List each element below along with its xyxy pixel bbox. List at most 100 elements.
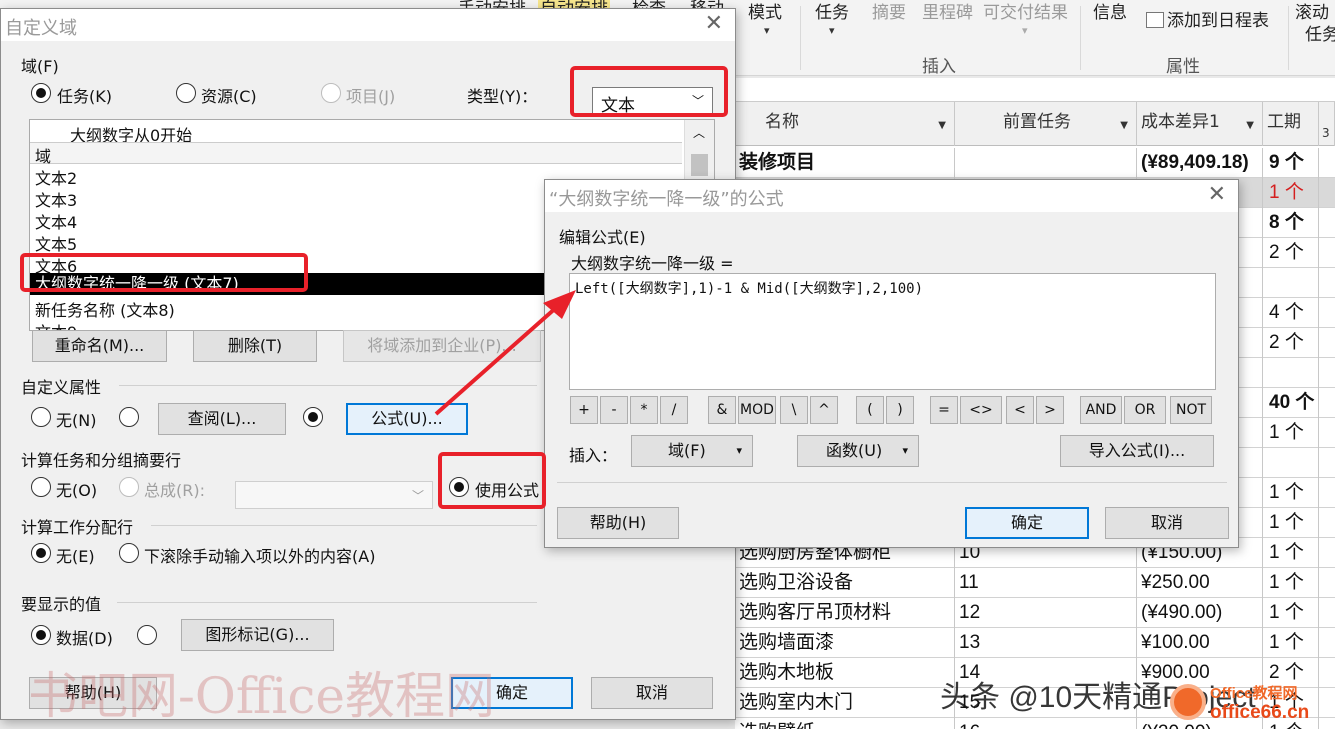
cell-dur[interactable]: 2 个 [1263, 238, 1319, 268]
cell-dur[interactable]: 1 个 [1263, 418, 1319, 448]
cancel-button[interactable]: 取消 [591, 677, 713, 709]
cell-dur[interactable] [1263, 268, 1319, 298]
formula-button[interactable]: 公式(U)... [346, 403, 468, 435]
milestone-button[interactable]: 里程碑 [922, 0, 973, 23]
ok-button[interactable]: 确定 [965, 507, 1089, 539]
cell-dur[interactable]: 4 个 [1263, 298, 1319, 328]
radio-attr-lookup[interactable] [119, 407, 139, 427]
cell-dur[interactable]: 1 个 [1263, 688, 1319, 718]
radio-resource[interactable] [176, 83, 196, 103]
operator-button[interactable]: < [1006, 396, 1034, 424]
cell-dur[interactable]: 1 个 [1263, 178, 1319, 208]
radio-calc-rollup[interactable] [119, 477, 139, 497]
operator-button[interactable]: - [600, 396, 628, 424]
cell-name[interactable]: 装修项目 [735, 148, 955, 178]
operator-button[interactable]: OR [1124, 396, 1166, 424]
radio-attr-none[interactable] [31, 407, 51, 427]
help-button[interactable]: 帮助(H) [557, 507, 679, 539]
table-row[interactable]: 装修项目 (¥89,409.18) 9 个 [735, 148, 1335, 178]
cell-dur[interactable]: 1 个 [1263, 538, 1319, 568]
task-button[interactable]: 任务 [815, 0, 849, 23]
help-button[interactable]: 帮助(H) [29, 677, 157, 709]
radio-assign-none[interactable] [31, 543, 51, 563]
filter-dropdown-icon[interactable]: ▼ [1246, 120, 1254, 131]
operator-button[interactable]: MOD [738, 396, 776, 424]
operator-button[interactable]: ^ [810, 396, 838, 424]
table-row[interactable]: 选购壁纸16(¥20.00)1 个 [735, 718, 1335, 729]
import-formula-button[interactable]: 导入公式(I)... [1060, 435, 1214, 467]
cell-pred[interactable]: 13 [955, 628, 1137, 658]
operator-button[interactable]: & [708, 396, 736, 424]
cell-cost[interactable]: ¥100.00 [1137, 628, 1263, 658]
filter-dropdown-icon[interactable]: ▼ [1120, 120, 1128, 131]
cell-pred[interactable]: 15 [955, 688, 1137, 718]
cell-pred[interactable]: 14 [955, 658, 1137, 688]
cell-name[interactable]: 选购木地板 [735, 658, 955, 688]
filter-dropdown-icon[interactable]: ▼ [938, 120, 946, 131]
scroll-thumb[interactable] [691, 154, 708, 176]
lookup-button[interactable]: 查阅(L)... [158, 403, 286, 435]
radio-calc-none[interactable] [31, 477, 51, 497]
column-header-name[interactable]: 名称 ▼ [735, 102, 955, 146]
rename-button[interactable]: 重命名(M)... [32, 330, 167, 362]
list-item[interactable]: 文本3 [35, 187, 77, 211]
scroll-up-icon[interactable]: ︿ [693, 124, 705, 141]
cell-dur[interactable] [1263, 358, 1319, 388]
column-header-predecessors[interactable]: 前置任务 ▼ [955, 102, 1137, 146]
cell-cost[interactable]: (¥89,409.18) [1137, 148, 1263, 178]
insert-field-dropdown[interactable]: 域(F) ▾ [631, 435, 753, 467]
table-row[interactable]: 选购客厅吊顶材料 12 (¥490.00) 1 个 [735, 598, 1335, 628]
cell-pred[interactable]: 16 [955, 718, 1137, 729]
rollup-select[interactable]: ﹀ [235, 481, 433, 509]
cell-dur[interactable]: 1 个 [1263, 628, 1319, 658]
formula-textarea[interactable]: Left([大纲数字],1)-1 & Mid([大纲数字],2,100) [569, 273, 1216, 390]
operator-button[interactable]: ) [886, 396, 914, 424]
cell-cost[interactable] [1137, 688, 1263, 718]
deliverable-button[interactable]: 可交付结果 [983, 0, 1068, 23]
cell-dur[interactable]: 9 个 [1263, 148, 1319, 178]
list-item[interactable]: 文本5 [35, 231, 77, 255]
close-icon[interactable]: ✕ [705, 13, 723, 35]
operator-button[interactable]: / [660, 396, 688, 424]
close-icon[interactable]: ✕ [1208, 184, 1226, 206]
cell-dur[interactable]: 2 个 [1263, 328, 1319, 358]
info-button[interactable]: 信息 [1093, 0, 1127, 23]
cell-dur[interactable]: 8 个 [1263, 208, 1319, 238]
cell-name[interactable]: 选购客厅吊顶材料 [735, 598, 955, 628]
cell-name[interactable]: 选购墙面漆 [735, 628, 955, 658]
insert-function-dropdown[interactable]: 函数(U) ▾ [797, 435, 919, 467]
cell-name[interactable]: 选购室内木门 [735, 688, 955, 718]
list-item[interactable]: 文本2 [35, 165, 77, 189]
cell-name[interactable]: 选购壁纸 [735, 718, 955, 729]
radio-task[interactable] [31, 83, 51, 103]
cell-dur[interactable]: 1 个 [1263, 478, 1319, 508]
cancel-button[interactable]: 取消 [1105, 507, 1229, 539]
cell-dur[interactable]: 1 个 [1263, 718, 1319, 729]
type-select[interactable]: 文本 ﹀ [592, 87, 713, 116]
cell-dur[interactable]: 40 个 [1263, 388, 1319, 418]
operator-button[interactable]: NOT [1170, 396, 1212, 424]
cell-dur[interactable]: 2 个 [1263, 658, 1319, 688]
cell-pred[interactable]: 12 [955, 598, 1137, 628]
delete-button[interactable]: 删除(T) [193, 330, 317, 362]
add-to-enterprise-button[interactable]: 将域添加到企业(P)... [343, 330, 541, 362]
cell-name[interactable]: 选购卫浴设备 [735, 568, 955, 598]
list-item[interactable]: 新任务名称 (文本8) [35, 297, 175, 321]
cell-cost[interactable]: (¥20.00) [1137, 718, 1263, 729]
column-header-cost-variance[interactable]: 成本差异1 ▼ [1137, 102, 1263, 146]
cell-cost[interactable]: ¥900.00 [1137, 658, 1263, 688]
radio-calc-use-formula[interactable] [449, 477, 469, 497]
operator-button[interactable]: = [930, 396, 958, 424]
list-item[interactable]: 文本4 [35, 209, 77, 233]
add-to-timeline-button[interactable]: 添加到日程表 [1146, 6, 1269, 31]
summary-button[interactable]: 摘要 [872, 0, 906, 23]
table-row[interactable]: 选购木地板 14 ¥900.00 2 个 [735, 658, 1335, 688]
cell-pred[interactable]: 11 [955, 568, 1137, 598]
operator-button[interactable]: ( [856, 396, 884, 424]
cell-cost[interactable]: (¥490.00) [1137, 598, 1263, 628]
table-row[interactable]: 选购室内木门 15 1 个 [735, 688, 1335, 718]
cell-dur[interactable] [1263, 448, 1319, 478]
operator-button[interactable]: AND [1080, 396, 1122, 424]
cell-dur[interactable]: 1 个 [1263, 568, 1319, 598]
table-row[interactable]: 选购卫浴设备 11 ¥250.00 1 个 [735, 568, 1335, 598]
